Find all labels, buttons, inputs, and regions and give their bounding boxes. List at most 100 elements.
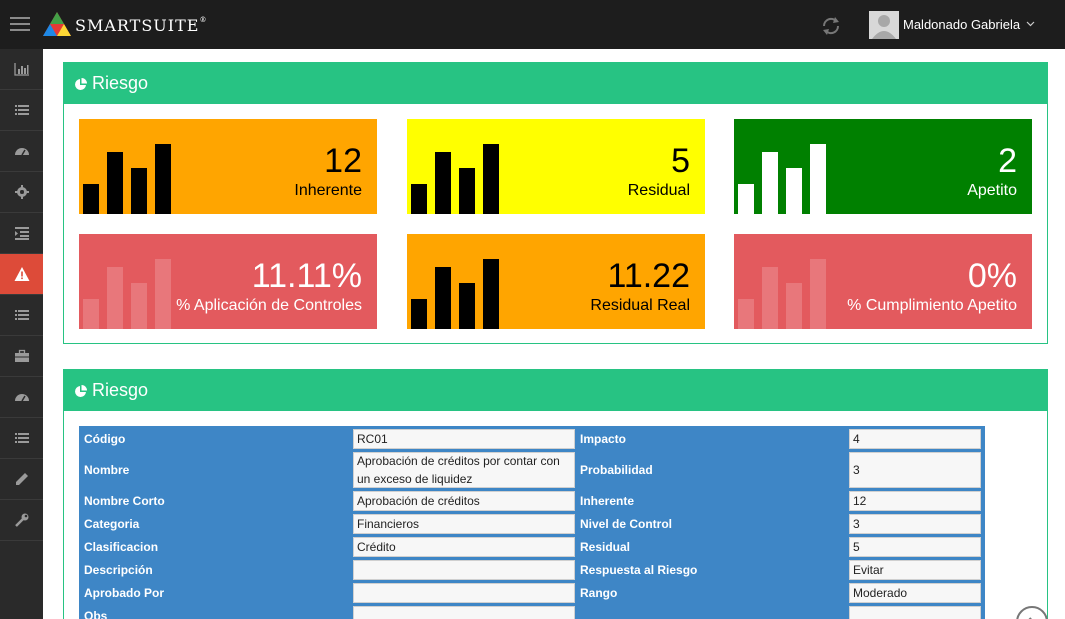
sidebar-item-tools[interactable] <box>0 500 43 541</box>
kpi-label: Residual Real <box>590 297 690 314</box>
tile-bar <box>411 299 427 329</box>
bar-chart-icon <box>411 144 499 214</box>
kpi-label: % Aplicación de Controles <box>176 297 362 314</box>
field-label: Nombre <box>84 463 130 477</box>
panel-header: Riesgo <box>64 370 1047 411</box>
sync-icon[interactable] <box>820 15 842 37</box>
field-value: 3 <box>849 452 981 488</box>
sidebar-item-list-2[interactable] <box>0 295 43 336</box>
panel-title: Riesgo <box>92 73 149 93</box>
sidebar-item-dashboard-2[interactable] <box>0 377 43 418</box>
sidebar-item-list-3[interactable] <box>0 418 43 459</box>
field-label: Rango <box>580 586 618 600</box>
kpi-value: 2 <box>998 142 1017 180</box>
indent-icon <box>14 227 29 240</box>
kpi-label: Residual <box>627 182 690 199</box>
chevron-down-icon[interactable] <box>1026 19 1035 28</box>
kpi-tiles: 12 Inherente 5 Residual 2 Apetito 11.11% % Apli… <box>64 104 1047 344</box>
tile-bar <box>155 259 171 329</box>
field-label: Clasificacion <box>84 540 159 554</box>
hamburger-icon[interactable] <box>10 17 30 31</box>
kpi-tile[interactable]: 2 Apetito <box>734 119 1032 214</box>
tile-bar <box>411 184 427 214</box>
field-value <box>353 560 575 580</box>
sidebar-item-dashboard-1[interactable] <box>0 131 43 172</box>
risk-details-table: Código RC01 Impacto 4 Nombre Aprobación de cr… <box>79 426 985 619</box>
tile-bar <box>762 152 778 214</box>
scroll-top-button[interactable] <box>1016 606 1048 619</box>
kpi-tile[interactable]: 11.11% % Aplicación de Controles <box>79 234 377 329</box>
user-name[interactable]: Maldonado Gabriela <box>903 17 1020 32</box>
avatar[interactable] <box>869 11 899 39</box>
tile-bar <box>762 267 778 329</box>
logo-mark-icon <box>43 12 71 36</box>
warning-icon <box>14 267 29 281</box>
field-value <box>849 606 981 619</box>
field-value: Aprobación de créditos <box>353 491 575 511</box>
kpi-tile[interactable]: 11.22 Residual Real <box>407 234 705 329</box>
field-value: Evitar <box>849 560 981 580</box>
brand-name: SmartSuite® <box>75 16 207 35</box>
tile-bar <box>483 144 499 214</box>
field-value: RC01 <box>353 429 575 449</box>
tile-bar <box>738 299 754 329</box>
logo[interactable]: SmartSuite® <box>42 11 207 37</box>
field-value <box>353 583 575 603</box>
kpi-value: 12 <box>324 142 362 180</box>
kpi-tile[interactable]: 0% % Cumplimiento Apetito <box>734 234 1032 329</box>
table-row: Nombre Corto Aprobación de créditos Inhere… <box>81 490 983 513</box>
tile-bar <box>131 283 147 329</box>
sidebar-item-edit[interactable] <box>0 459 43 500</box>
tile-bar <box>810 144 826 214</box>
table-row: Descripción Respuesta al Riesgo Evitar <box>81 559 983 582</box>
table-row: Clasificacion Crédito Residual 5 <box>81 536 983 559</box>
bar-chart-icon <box>738 259 826 329</box>
sidebar-item-list-1[interactable] <box>0 90 43 131</box>
field-label: Inherente <box>580 494 635 508</box>
field-label: Respuesta al Riesgo <box>580 563 698 577</box>
table-row: Nombre Aprobación de créditos por contar … <box>81 451 983 490</box>
panel-header: Riesgo <box>64 63 1047 104</box>
brand-text: SmartSuite <box>75 15 200 35</box>
field-label: Descripción <box>84 563 153 577</box>
registered-mark: ® <box>199 15 208 24</box>
tile-bar <box>786 168 802 214</box>
sidebar-item-reports[interactable] <box>0 49 43 90</box>
field-label: Código <box>84 432 126 446</box>
user-silhouette-icon <box>872 15 896 39</box>
tile-bar <box>435 267 451 329</box>
table-row: Aprobado Por Rango Moderado <box>81 582 983 605</box>
sidebar-item-risk[interactable] <box>0 254 43 295</box>
sidebar-item-indent[interactable] <box>0 213 43 254</box>
field-label: Obs <box>84 609 108 619</box>
table-row: Obs <box>81 605 983 619</box>
tile-bar <box>435 152 451 214</box>
tile-bar <box>459 283 475 329</box>
kpi-tile[interactable]: 5 Residual <box>407 119 705 214</box>
bar-chart-icon <box>83 259 171 329</box>
risk-details-panel: Riesgo Código RC01 Impacto 4 Nombre Aprobació… <box>63 369 1048 619</box>
tile-bar <box>83 184 99 214</box>
kpi-label: Inherente <box>294 182 362 199</box>
kpi-value: 0% <box>967 257 1017 295</box>
kpi-value: 5 <box>671 142 690 180</box>
field-value: 3 <box>849 514 981 534</box>
sidebar-item-settings[interactable] <box>0 172 43 213</box>
tile-bar <box>738 184 754 214</box>
pie-chart-icon <box>75 385 87 397</box>
tile-bar <box>155 144 171 214</box>
field-value: Financieros <box>353 514 575 534</box>
field-label: Categoria <box>84 517 140 531</box>
tile-bar <box>131 168 147 214</box>
field-value: Aprobación de créditos por contar con un… <box>353 452 575 488</box>
field-value <box>353 606 575 619</box>
dashboard-icon <box>14 394 29 402</box>
list-icon <box>14 105 29 115</box>
briefcase-icon <box>14 349 29 362</box>
field-label: Nivel de Control <box>580 517 673 531</box>
field-label: Impacto <box>580 432 627 446</box>
tile-bar <box>810 259 826 329</box>
kpi-tile[interactable]: 12 Inherente <box>79 119 377 214</box>
sidebar-item-briefcase[interactable] <box>0 336 43 377</box>
field-label: Residual <box>580 540 631 554</box>
